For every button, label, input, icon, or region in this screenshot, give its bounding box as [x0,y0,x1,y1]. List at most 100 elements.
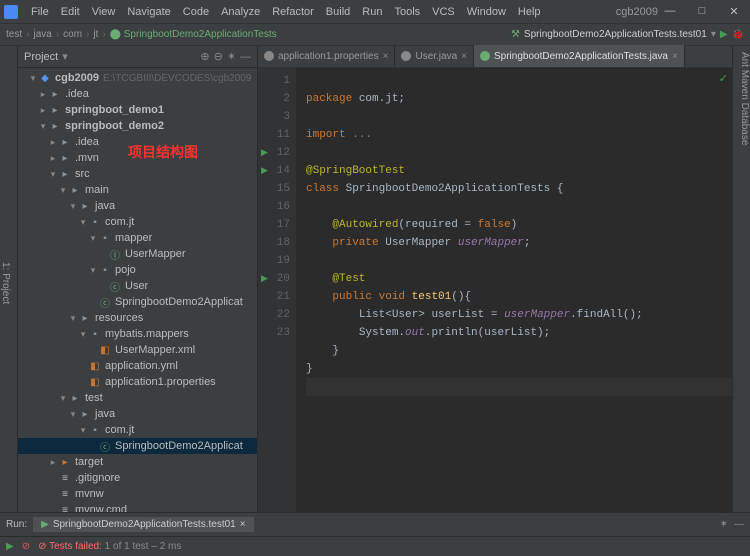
tree-item[interactable]: ▾▸java [18,406,257,422]
tree-item[interactable]: ⒾUserMapper [18,246,257,262]
right-tool-buttons[interactable]: Ant Maven Database [732,46,750,512]
run-tab[interactable]: ▶ SpringbootDemo2ApplicationTests.test01… [33,517,253,532]
menu-tools[interactable]: Tools [389,4,425,20]
tree-item[interactable]: ▾▸resources [18,310,257,326]
menu-analyze[interactable]: Analyze [216,4,265,20]
tree-item[interactable]: ⓒSpringbootDemo2Applicat [18,438,257,454]
close-icon[interactable]: × [383,51,389,62]
run-tool-label: Run: [6,519,27,530]
menu-view[interactable]: View [87,4,121,20]
tree-label: test [85,392,103,404]
close-button[interactable]: ✕ [722,5,746,18]
stop-icon[interactable]: ⊘ [22,541,30,552]
tree-item[interactable]: ⓒUser [18,278,257,294]
run-icon[interactable]: ▶ [6,541,14,552]
tree-item[interactable]: ≡mvnw [18,486,257,502]
hide-icon[interactable]: — [240,51,251,63]
build-icon[interactable]: ⚒ [511,29,520,40]
tree-label: UserMapper.xml [115,344,195,356]
editor-tab[interactable]: User.java× [395,45,474,67]
project-title: cgb2009 [616,6,658,18]
tree-item[interactable]: ▾▸main [18,182,257,198]
java-icon: ⓒ [108,279,122,294]
select-opened-icon[interactable]: ⊖ [214,50,223,63]
tree-item[interactable]: ≡.gitignore [18,470,257,486]
menu-file[interactable]: File [26,4,54,20]
tree-label: cgb2009 [55,72,99,84]
tree-label: com.jt [105,424,134,436]
tree-item[interactable]: ▾▸java [18,198,257,214]
code-editor[interactable]: package com.jt; import ... @SpringBootTe… [296,68,732,512]
menu-build[interactable]: Build [321,4,355,20]
hide-tool-icon[interactable]: — [734,519,744,530]
java-icon: ⓒ [98,439,112,454]
java-icon: ⓒ [98,295,112,310]
breadcrumb-item[interactable]: java [33,29,51,40]
tree-item[interactable]: ▾▪pojo [18,262,257,278]
tree-label: .idea [75,136,99,148]
menu-code[interactable]: Code [178,4,214,20]
tree-item[interactable]: ◧application1.properties [18,374,257,390]
minimize-button[interactable]: — [658,5,682,18]
menu-help[interactable]: Help [513,4,546,20]
editor-tab[interactable]: application1.properties× [258,45,395,67]
tree-item[interactable]: ▾▸test [18,390,257,406]
tree-item[interactable]: ⓒSpringbootDemo2Applicat [18,294,257,310]
tree-item[interactable]: ◧application.yml [18,358,257,374]
tree-label: mvnw [75,488,104,500]
pkg-icon: ▪ [88,329,102,340]
tree-item[interactable]: ▾▸springboot_demo2 [18,118,257,134]
root-icon: ◆ [38,73,52,84]
tree-item[interactable]: ▾▸src [18,166,257,182]
breadcrumb-item[interactable]: test [6,29,22,40]
menu-vcs[interactable]: VCS [427,4,460,20]
close-icon[interactable]: × [240,519,246,530]
panel-title: Project [24,51,58,63]
debug-button[interactable]: 🐞 [732,29,744,40]
main-menu: FileEditViewNavigateCodeAnalyzeRefactorB… [26,4,604,20]
run-config-dropdown[interactable]: SpringbootDemo2ApplicationTests.test01 [524,29,707,40]
tree-item[interactable]: ▾◆cgb2009E:\TCGBIII\DEVCODES\cgb2009 [18,70,257,86]
gear-icon[interactable]: ✶ [720,519,728,530]
tree-item[interactable]: ▾▪mybatis.mappers [18,326,257,342]
menu-refactor[interactable]: Refactor [267,4,319,20]
pkg-icon: ▪ [88,217,102,228]
run-gutter-icon[interactable]: ▶ [261,144,268,162]
run-gutter-icon[interactable]: ▶ [261,162,268,180]
tree-item[interactable]: ▾▪com.jt [18,214,257,230]
dropdown-arrow-icon[interactable]: ▾ [711,29,716,40]
folder-icon: ▸ [68,185,82,196]
tree-item[interactable]: ▾▪mapper [18,230,257,246]
breadcrumb-item[interactable]: com [63,29,82,40]
close-icon[interactable]: × [461,51,467,62]
breadcrumb-item[interactable]: jt [93,29,98,40]
run-button[interactable]: ▶ [720,29,728,40]
tree-item[interactable]: ≡mvnw.cmd [18,502,257,512]
breadcrumb-item[interactable]: ⬤ SpringbootDemo2ApplicationTests [110,29,277,40]
close-icon[interactable]: × [672,51,678,62]
tree-item[interactable]: ▸▸.idea [18,86,257,102]
run-gutter-icon[interactable]: ▶ [261,270,268,288]
menu-navigate[interactable]: Navigate [122,4,175,20]
project-tool-button[interactable]: 1: Project [0,46,18,512]
tree-item[interactable]: ▸▸.idea [18,134,257,150]
menu-edit[interactable]: Edit [56,4,85,20]
maximize-button[interactable]: □ [690,5,714,18]
yml-icon: ◧ [88,377,102,388]
menu-window[interactable]: Window [462,4,511,20]
tree-label: .gitignore [75,472,120,484]
tree-item[interactable]: ◧UserMapper.xml [18,342,257,358]
tree-label: target [75,456,103,468]
collapse-icon[interactable]: ⊕ [200,50,209,63]
settings-icon[interactable]: ✶ [227,50,236,63]
tree-label: java [95,200,115,212]
tree-item[interactable]: ▸▸springboot_demo1 [18,102,257,118]
tree-item[interactable]: ▾▪com.jt [18,422,257,438]
tree-label: User [125,280,148,292]
menu-run[interactable]: Run [357,4,387,20]
editor-gutter: 123▶11▶1214151617▶181920212223 [258,68,296,512]
tree-label: .mvn [75,152,99,164]
editor-tab[interactable]: SpringbootDemo2ApplicationTests.java× [474,45,685,67]
tree-item[interactable]: ▸▸target [18,454,257,470]
tree-item[interactable]: ▸▸.mvn [18,150,257,166]
